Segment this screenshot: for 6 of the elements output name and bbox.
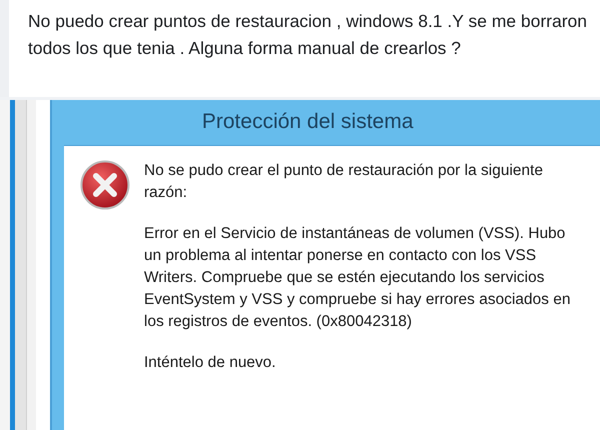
error-message: No se pudo crear el punto de restauración por la siguiente razón: xyxy=(144,161,544,203)
window-title: Protección del sistema xyxy=(201,109,414,135)
error-icon xyxy=(80,160,130,210)
post-text: No puedo crear puntos de restauracion , windows 8.1 .Y se me borraron todos los que tenia . Alguna forma manual de crearlos ? xyxy=(28,10,588,60)
retry-message: Inténtelo de nuevo. xyxy=(144,353,277,373)
error-details: Error en el Servicio de instantáneas de volumen (VSS). Hubo un problema al intentar ponerse en contacto con los VSS Writers. Compruebe que se estén ejecutando los servicios EventSystem y VSS y compruebe si hay errores asociados en los registros de eventos. (0x80042318) xyxy=(144,224,572,332)
